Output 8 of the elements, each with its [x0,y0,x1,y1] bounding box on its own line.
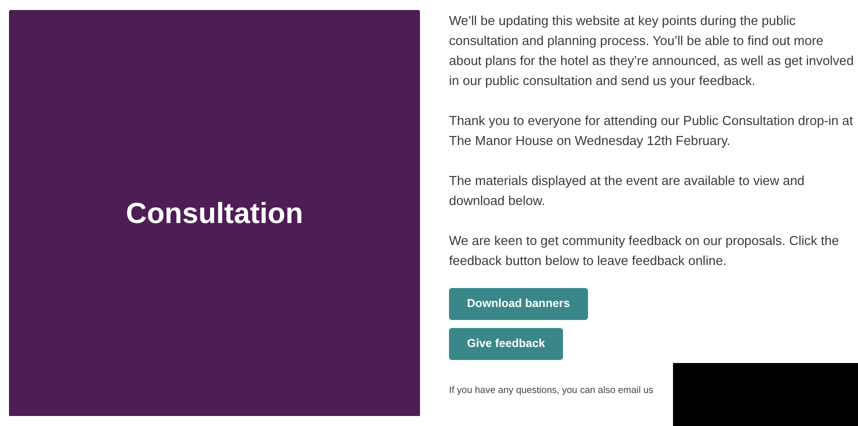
action-button[interactable]: Give feedback [449,328,563,360]
body-paragraph: Thank you to everyone for attending our Public Consultation drop-in at The Manor House on Wednesday 12th February. [449,112,854,150]
body-paragraph: We’ll be updating this website at key points during the public consultation and planning process. You’ll be able to find out more about plans for the hotel as they’re announced, as well as get involved in our public consultation and send us your feedback. [449,12,855,90]
body-paragraph: The materials displayed at the event are available to view and download below. [449,172,806,210]
contact-note: If you have any questions, you can also email us [449,385,654,396]
body-paragraph: We are keen to get community feedback on our proposals. Click the feedback button below to leave feedback online. [449,232,840,270]
action-button[interactable]: Download banners [449,288,588,320]
hero-title: Consultation [126,198,304,231]
